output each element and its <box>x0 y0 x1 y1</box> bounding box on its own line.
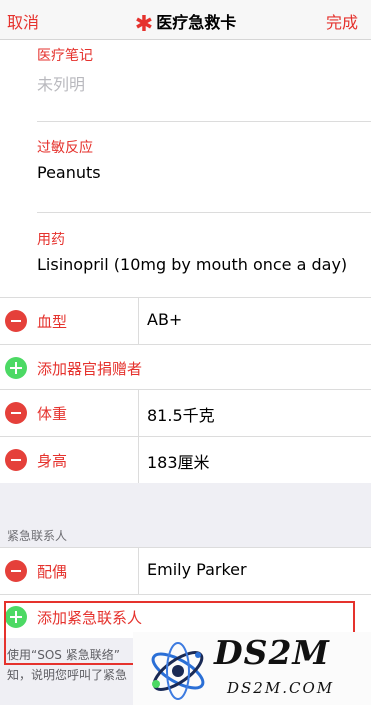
navigation-bar: 取消 ✱ 医疗急救卡 完成 <box>0 0 371 40</box>
watermark-url: DS2M.COM <box>227 679 335 697</box>
height-label: 身高 <box>37 452 68 470</box>
add-icon[interactable] <box>5 357 27 379</box>
weight-row[interactable]: 体重 81.5千克 <box>0 390 371 436</box>
medical-star-icon: ✱ <box>134 12 154 37</box>
page-title-text: 医疗急救卡 <box>156 13 237 32</box>
atom-logo-icon <box>151 642 205 700</box>
contact-name: Emily Parker <box>147 560 247 579</box>
divider <box>37 212 371 213</box>
medical-notes-value: 未列明 <box>37 75 86 94</box>
medical-notes-label: 医疗笔记 <box>37 48 93 64</box>
remove-icon[interactable] <box>5 402 27 424</box>
footer-note-line-2: 知，说明您呼叫了紧急 <box>7 668 128 682</box>
done-button[interactable]: 完成 <box>326 9 358 33</box>
medications-field[interactable]: 用药 Lisinopril (10mg by mouth once a day) <box>37 229 347 274</box>
divider <box>37 121 371 122</box>
remove-icon[interactable] <box>5 310 27 332</box>
remove-icon[interactable] <box>5 449 27 471</box>
blood-type-label: 血型 <box>37 313 68 331</box>
allergies-field[interactable]: 过敏反应 Peanuts <box>37 137 101 182</box>
blood-type-value: AB+ <box>147 310 183 329</box>
blood-type-row[interactable]: 血型 AB+ <box>0 298 371 344</box>
page-title: ✱ 医疗急救卡 <box>0 9 371 37</box>
medications-label: 用药 <box>37 232 65 248</box>
medical-notes-field[interactable]: 医疗笔记 未列明 <box>37 45 93 95</box>
emergency-contact-row[interactable]: 配偶 Emily Parker <box>0 548 371 594</box>
weight-value: 81.5千克 <box>147 406 215 425</box>
allergies-label: 过敏反应 <box>37 140 93 156</box>
weight-label: 体重 <box>37 405 68 423</box>
column-divider <box>138 390 139 436</box>
height-row[interactable]: 身高 183厘米 <box>0 437 371 483</box>
add-organ-donor-row[interactable]: 添加器官捐赠者 <box>0 345 371 391</box>
add-organ-donor-label: 添加器官捐赠者 <box>37 360 143 378</box>
column-divider <box>138 298 139 344</box>
emergency-contacts-header: 紧急联系人 <box>7 529 68 543</box>
height-value: 183厘米 <box>147 453 210 472</box>
column-divider <box>138 548 139 594</box>
watermark-logo: DS2M <box>214 633 330 672</box>
medications-value: Lisinopril (10mg by mouth once a day) <box>37 255 348 274</box>
column-divider <box>138 437 139 483</box>
remove-icon[interactable] <box>5 560 27 582</box>
contact-relation-label: 配偶 <box>37 563 68 581</box>
allergies-value: Peanuts <box>37 163 101 182</box>
